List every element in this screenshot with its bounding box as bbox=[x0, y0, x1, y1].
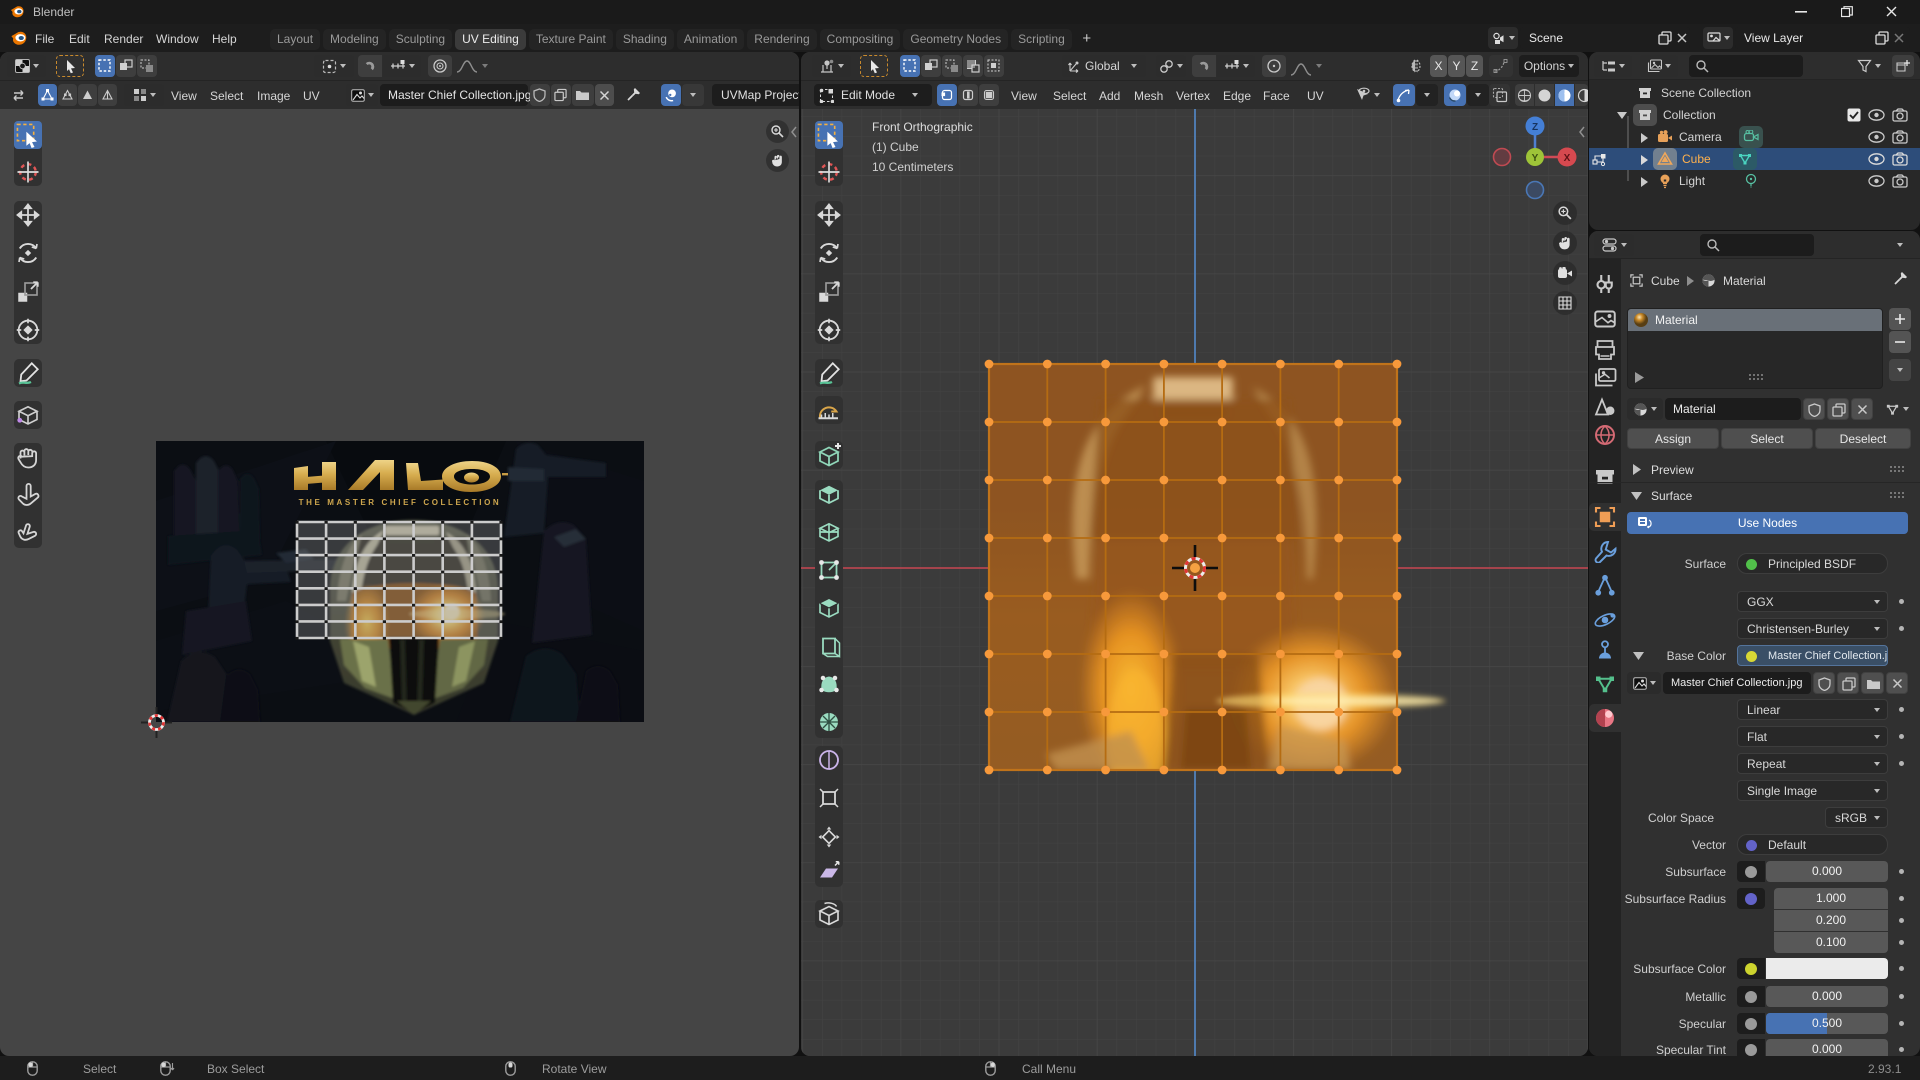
svg-text:X: X bbox=[1564, 153, 1571, 164]
svg-text:Z: Z bbox=[1532, 122, 1538, 133]
svg-text:Y: Y bbox=[1532, 153, 1539, 164]
svg-text:THE MASTER CHIEF COLLECTION: THE MASTER CHIEF COLLECTION bbox=[299, 498, 502, 507]
